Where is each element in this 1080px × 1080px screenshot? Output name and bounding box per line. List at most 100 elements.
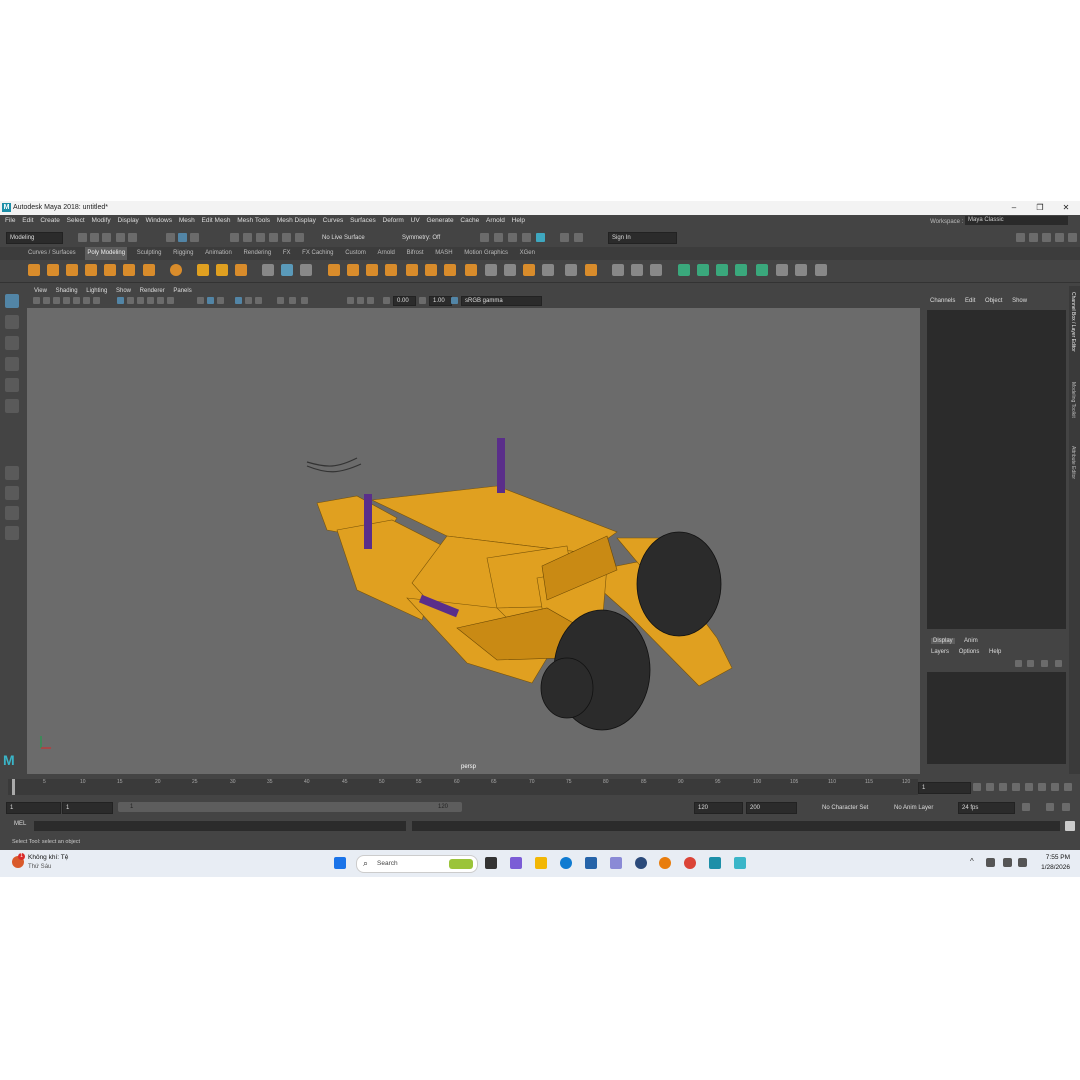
scene-end-field[interactable]: 200 [746,802,797,814]
step-back-icon[interactable] [986,783,994,791]
shelf-tab-poly-modeling[interactable]: Poly Modeling [85,247,128,260]
super-shape-icon[interactable] [197,264,209,276]
select-camera-icon[interactable] [33,297,40,304]
snap-grid-icon[interactable] [230,233,239,242]
character-set-dropdown[interactable]: No Character Set [818,802,883,814]
shelf-tab-animation[interactable]: Animation [203,247,234,260]
snap-live-icon[interactable] [282,233,291,242]
single-layout-icon[interactable] [5,466,19,480]
poly-cube-icon[interactable] [47,264,59,276]
clock-time[interactable]: 7:55 PM [1040,854,1070,861]
textured-icon[interactable] [147,297,154,304]
side-tab-channel-box[interactable]: Channel Box / Layer Editor [1070,292,1076,352]
viewport-menu-renderer[interactable]: Renderer [140,286,165,296]
xray-icon[interactable] [207,297,214,304]
bookmark-icon[interactable] [53,297,60,304]
weather-title[interactable]: Không khí: Tệ [28,854,68,861]
cut-uv-icon[interactable] [735,264,747,276]
new-scene-icon[interactable] [78,233,87,242]
ambient-occlusion-icon[interactable] [235,297,242,304]
menu-deform[interactable]: Deform [383,215,404,227]
shelf-tab-custom[interactable]: Custom [343,247,368,260]
shelf-tab-motion-graphics[interactable]: Motion Graphics [462,247,510,260]
clock-date[interactable]: 1/28/2026 [1032,864,1070,871]
go-to-start-icon[interactable] [973,783,981,791]
select-tool-icon[interactable] [5,294,19,308]
boolean-union-icon[interactable] [328,264,340,276]
platonic-solid-icon[interactable] [170,264,182,276]
grid-icon[interactable] [93,297,100,304]
undo-icon[interactable] [116,233,125,242]
snap-view-plane-icon[interactable] [269,233,278,242]
hypershade-icon[interactable] [536,233,545,242]
harden-edge-icon[interactable] [815,264,827,276]
maximize-button[interactable]: ❐ [1028,201,1052,215]
checker-map-icon[interactable] [776,264,788,276]
color-management-icon[interactable] [451,297,458,304]
bevel-icon[interactable] [444,264,456,276]
snap-together-icon[interactable] [295,233,304,242]
3d-viewport[interactable]: persp [27,308,920,774]
go-to-end-icon[interactable] [1064,783,1072,791]
anim-layer-dropdown[interactable]: No Anim Layer [890,802,953,814]
pause-render-icon[interactable] [574,233,583,242]
isolate-select-icon[interactable] [197,297,204,304]
gamma-field[interactable]: 1.00 [429,296,452,306]
smooth-shade-icon[interactable] [127,297,134,304]
loop-icon[interactable] [1022,803,1030,811]
menu-generate[interactable]: Generate [427,215,454,227]
start-button-icon[interactable] [334,857,346,869]
gamma-icon[interactable] [419,297,426,304]
maya-taskbar-icon[interactable] [709,857,721,869]
wireframe-icon[interactable] [117,297,124,304]
layout-uv-icon[interactable] [716,264,728,276]
minimize-button[interactable]: – [1002,201,1026,215]
menu-edit-mesh[interactable]: Edit Mesh [202,215,231,227]
quad-draw-icon[interactable] [542,264,554,276]
volume-icon[interactable] [1018,858,1027,867]
shelf-tab-bifrost[interactable]: Bifrost [405,247,426,260]
obs-icon[interactable] [635,857,647,869]
menu-display[interactable]: Display [118,215,139,227]
select-by-object-icon[interactable] [178,233,187,242]
wireframe-on-shaded-icon[interactable] [137,297,144,304]
grease-pencil-icon[interactable] [83,297,90,304]
shelf-tab-rigging[interactable]: Rigging [171,247,195,260]
workspace-dropdown[interactable]: Maya Classic [965,216,1068,225]
time-slider-track[interactable]: 5 10 15 20 25 30 35 40 45 50 55 60 65 70… [8,779,918,795]
paint-select-tool-icon[interactable] [5,336,19,350]
uv-editor-icon[interactable] [612,264,624,276]
snap-curve-icon[interactable] [243,233,252,242]
viewport-menu-lighting[interactable]: Lighting [86,286,107,296]
viewport-menu-shading[interactable]: Shading [56,286,78,296]
create-layer-from-selected-icon[interactable] [1055,660,1062,667]
widgets-icon[interactable] [510,857,522,869]
combine-icon[interactable] [262,264,274,276]
fill-hole-icon[interactable] [385,264,397,276]
layer-menu-options[interactable]: Options [959,649,980,655]
shelf-tab-mash[interactable]: MASH [433,247,454,260]
camera-attributes-icon[interactable] [43,297,50,304]
playback-start-field[interactable]: 1 [62,802,113,814]
play-backwards-icon[interactable] [1012,783,1020,791]
target-weld-icon[interactable] [523,264,535,276]
gate-mask-icon[interactable] [347,297,354,304]
extract-icon[interactable] [347,264,359,276]
scene-start-field[interactable]: 1 [6,802,61,814]
side-tab-modeling-toolkit[interactable]: Modeling Toolkit [1070,382,1076,418]
modeling-toolkit-toggle-icon[interactable] [1016,233,1025,242]
attribute-editor-toggle-icon[interactable] [1029,233,1038,242]
chrome-icon[interactable] [684,857,696,869]
motion-blur-icon[interactable] [245,297,252,304]
shelf-tab-fx-caching[interactable]: FX Caching [300,247,335,260]
step-forward-icon[interactable] [1051,783,1059,791]
smooth-icon[interactable] [300,264,312,276]
bridge-icon[interactable] [425,264,437,276]
menu-cache[interactable]: Cache [460,215,479,227]
select-by-hierarchy-icon[interactable] [166,233,175,242]
film-gate-icon[interactable] [289,297,296,304]
exposure-field[interactable]: 0.00 [393,296,416,306]
menu-mesh-tools[interactable]: Mesh Tools [237,215,270,227]
anti-aliasing-icon[interactable] [255,297,262,304]
live-surface-field[interactable]: No Live Surface [318,232,375,244]
